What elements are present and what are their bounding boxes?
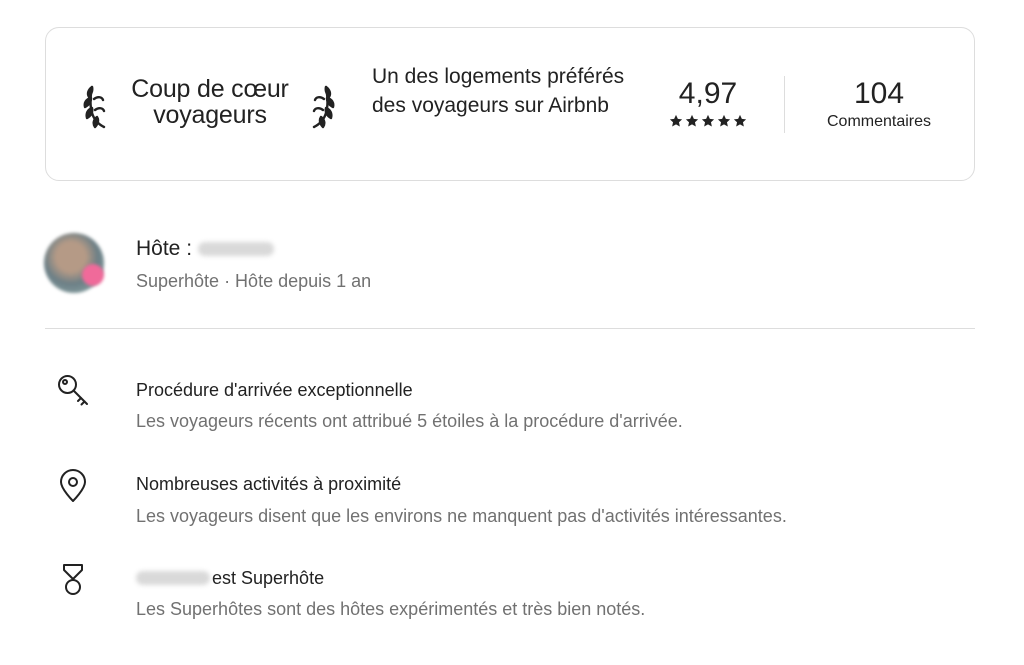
host-label: Hôte : bbox=[136, 237, 193, 260]
highlight-title-checkin: Procédure d'arrivée exceptionnelle bbox=[136, 380, 413, 400]
star-icon bbox=[717, 114, 731, 128]
star-rating bbox=[646, 114, 770, 128]
host-name-line: Hôte : bbox=[136, 236, 275, 262]
reviews-label[interactable]: Commentaires bbox=[798, 112, 960, 132]
host-subtitle: Superhôte · Hôte depuis 1 an bbox=[136, 271, 372, 291]
guest-favorite-description: Un des logements préférés des voyageurs … bbox=[372, 65, 625, 117]
section-divider bbox=[45, 328, 975, 329]
reviews-summary[interactable]: 104 Commentaires bbox=[798, 78, 960, 132]
star-icon bbox=[669, 114, 683, 128]
highlight-title-activities: Nombreuses activités à proximité bbox=[136, 474, 402, 494]
highlight-desc-activities: Les voyageurs disent que les environs ne… bbox=[136, 506, 787, 526]
superhost-medal-icon bbox=[56, 563, 90, 597]
host-name-redacted bbox=[136, 571, 210, 585]
rating-value: 4,97 bbox=[678, 77, 738, 110]
superhost-title-text: est Superhôte bbox=[212, 568, 325, 588]
star-icon bbox=[685, 114, 699, 128]
highlight-title-superhost: est Superhôte bbox=[136, 567, 324, 589]
stats-divider bbox=[784, 76, 785, 133]
superhost-badge-icon bbox=[82, 264, 104, 286]
key-icon bbox=[56, 373, 90, 407]
star-icon bbox=[733, 114, 747, 128]
location-pin-icon bbox=[56, 469, 90, 503]
reviews-count[interactable]: 104 bbox=[798, 78, 960, 110]
star-icon bbox=[701, 114, 715, 128]
highlight-desc-checkin: Les voyageurs récents ont attribué 5 éto… bbox=[136, 411, 683, 431]
host-name-redacted bbox=[198, 242, 275, 256]
listing-host-section: Coup de cœur voyageurs Un des logements … bbox=[0, 0, 1024, 665]
laurel-right-icon bbox=[306, 79, 336, 131]
guest-favorite-card: Coup de cœur voyageurs Un des logements … bbox=[45, 27, 975, 181]
laurel-left-icon bbox=[82, 79, 112, 131]
guest-favorite-badge-title: Coup de cœur voyageurs bbox=[131, 75, 289, 129]
rating-summary: 4,97 bbox=[646, 78, 770, 128]
highlight-desc-superhost: Les Superhôtes sont des hôtes expériment… bbox=[136, 599, 646, 619]
